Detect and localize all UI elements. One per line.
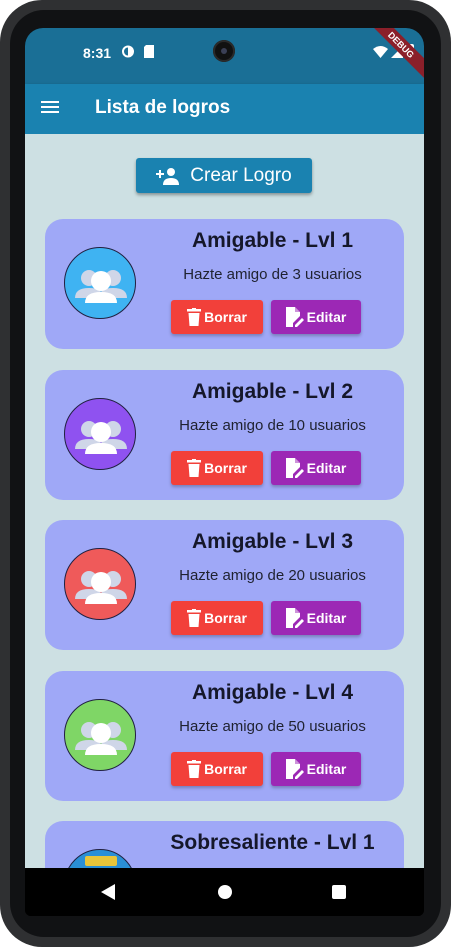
achievement-card: Amigable - Lvl 2 Hazte amigo de 10 usuar… [45, 369, 404, 500]
achievement-avatar [64, 247, 136, 319]
trash-icon [187, 458, 202, 477]
page-title: Lista de logros [95, 97, 231, 118]
delete-button[interactable]: Borrar [171, 601, 263, 635]
menu-button[interactable] [41, 98, 63, 120]
achievement-description: Hazte amigo de 20 usuarios [179, 567, 366, 584]
achievement-avatar [64, 698, 136, 771]
delete-button-label: Borrar [204, 760, 247, 777]
achievement-title: Sobresaliente - Lvl 1 [170, 831, 375, 854]
wifi-icon [373, 46, 388, 58]
achievement-title: Amigable - Lvl 2 [191, 379, 354, 403]
home-icon[interactable] [218, 885, 232, 899]
delete-button-label: Borrar [204, 459, 247, 476]
sync-status-icon [122, 45, 134, 58]
delete-button-label: Borrar [204, 309, 247, 325]
achievement-card: Amigable - Lvl 4 Hazte amigo de 50 usuar… [45, 670, 404, 801]
users-icon [75, 571, 127, 604]
achievement-title: Amigable - Lvl 3 [191, 530, 354, 553]
edit-button[interactable]: Editar [271, 300, 361, 334]
achievement-card: Amigable - Lvl 1 Hazte amigo de 3 usuari… [45, 219, 404, 349]
achievement-description: Hazte amigo de 10 usuarios [179, 416, 366, 434]
edit-button[interactable]: Editar [271, 450, 361, 485]
create-achievement-button[interactable]: Crear Logro [136, 158, 312, 193]
delete-button[interactable]: Borrar [171, 450, 263, 485]
users-icon [75, 721, 127, 755]
achievement-avatar [64, 849, 136, 868]
edit-button-label: Editar [306, 760, 347, 777]
trophy-icon [85, 856, 117, 866]
achievement-avatar [64, 548, 136, 620]
edit-file-icon [285, 608, 304, 628]
phone-screen: 8:31 DEBUG Lista de logros Crear Logro A… [25, 28, 424, 916]
front-camera [213, 40, 235, 62]
achievement-card: Sobresaliente - Lvl 1 Borrar Editar [45, 821, 404, 868]
delete-button[interactable]: Borrar [171, 751, 263, 786]
recent-apps-icon[interactable] [332, 885, 346, 899]
status-time: 8:31 [83, 45, 112, 61]
edit-button-label: Editar [306, 459, 347, 476]
achievement-description: Hazte amigo de 50 usuarios [179, 717, 366, 735]
edit-button-label: Editar [306, 309, 347, 325]
sd-card-icon [144, 45, 154, 58]
users-icon [75, 270, 127, 303]
delete-button[interactable]: Borrar [171, 300, 263, 334]
achievement-list[interactable]: Crear Logro Amigable - Lvl 1 Hazte amigo… [25, 134, 424, 868]
achievement-card: Amigable - Lvl 3 Hazte amigo de 20 usuar… [45, 520, 404, 650]
edit-file-icon [285, 758, 304, 779]
achievement-description: Hazte amigo de 3 usuarios [183, 266, 362, 283]
system-nav-bar [25, 868, 424, 916]
achievement-title: Amigable - Lvl 1 [191, 229, 354, 252]
trash-icon [187, 308, 202, 326]
edit-button[interactable]: Editar [271, 751, 361, 786]
hamburger-icon [41, 101, 59, 103]
trash-icon [187, 759, 202, 778]
trash-icon [187, 609, 202, 627]
edit-file-icon [285, 307, 304, 327]
edit-file-icon [285, 457, 304, 478]
app-bar: Lista de logros [25, 84, 424, 134]
achievement-title: Amigable - Lvl 4 [191, 680, 354, 704]
back-icon[interactable] [101, 884, 115, 900]
users-icon [75, 420, 127, 454]
achievement-avatar [64, 397, 136, 470]
edit-button-label: Editar [306, 610, 347, 626]
create-achievement-label: Crear Logro [190, 164, 292, 186]
add-person-icon [156, 167, 180, 185]
edit-button[interactable]: Editar [271, 601, 361, 635]
delete-button-label: Borrar [204, 610, 247, 626]
status-bar: 8:31 DEBUG [25, 28, 424, 84]
